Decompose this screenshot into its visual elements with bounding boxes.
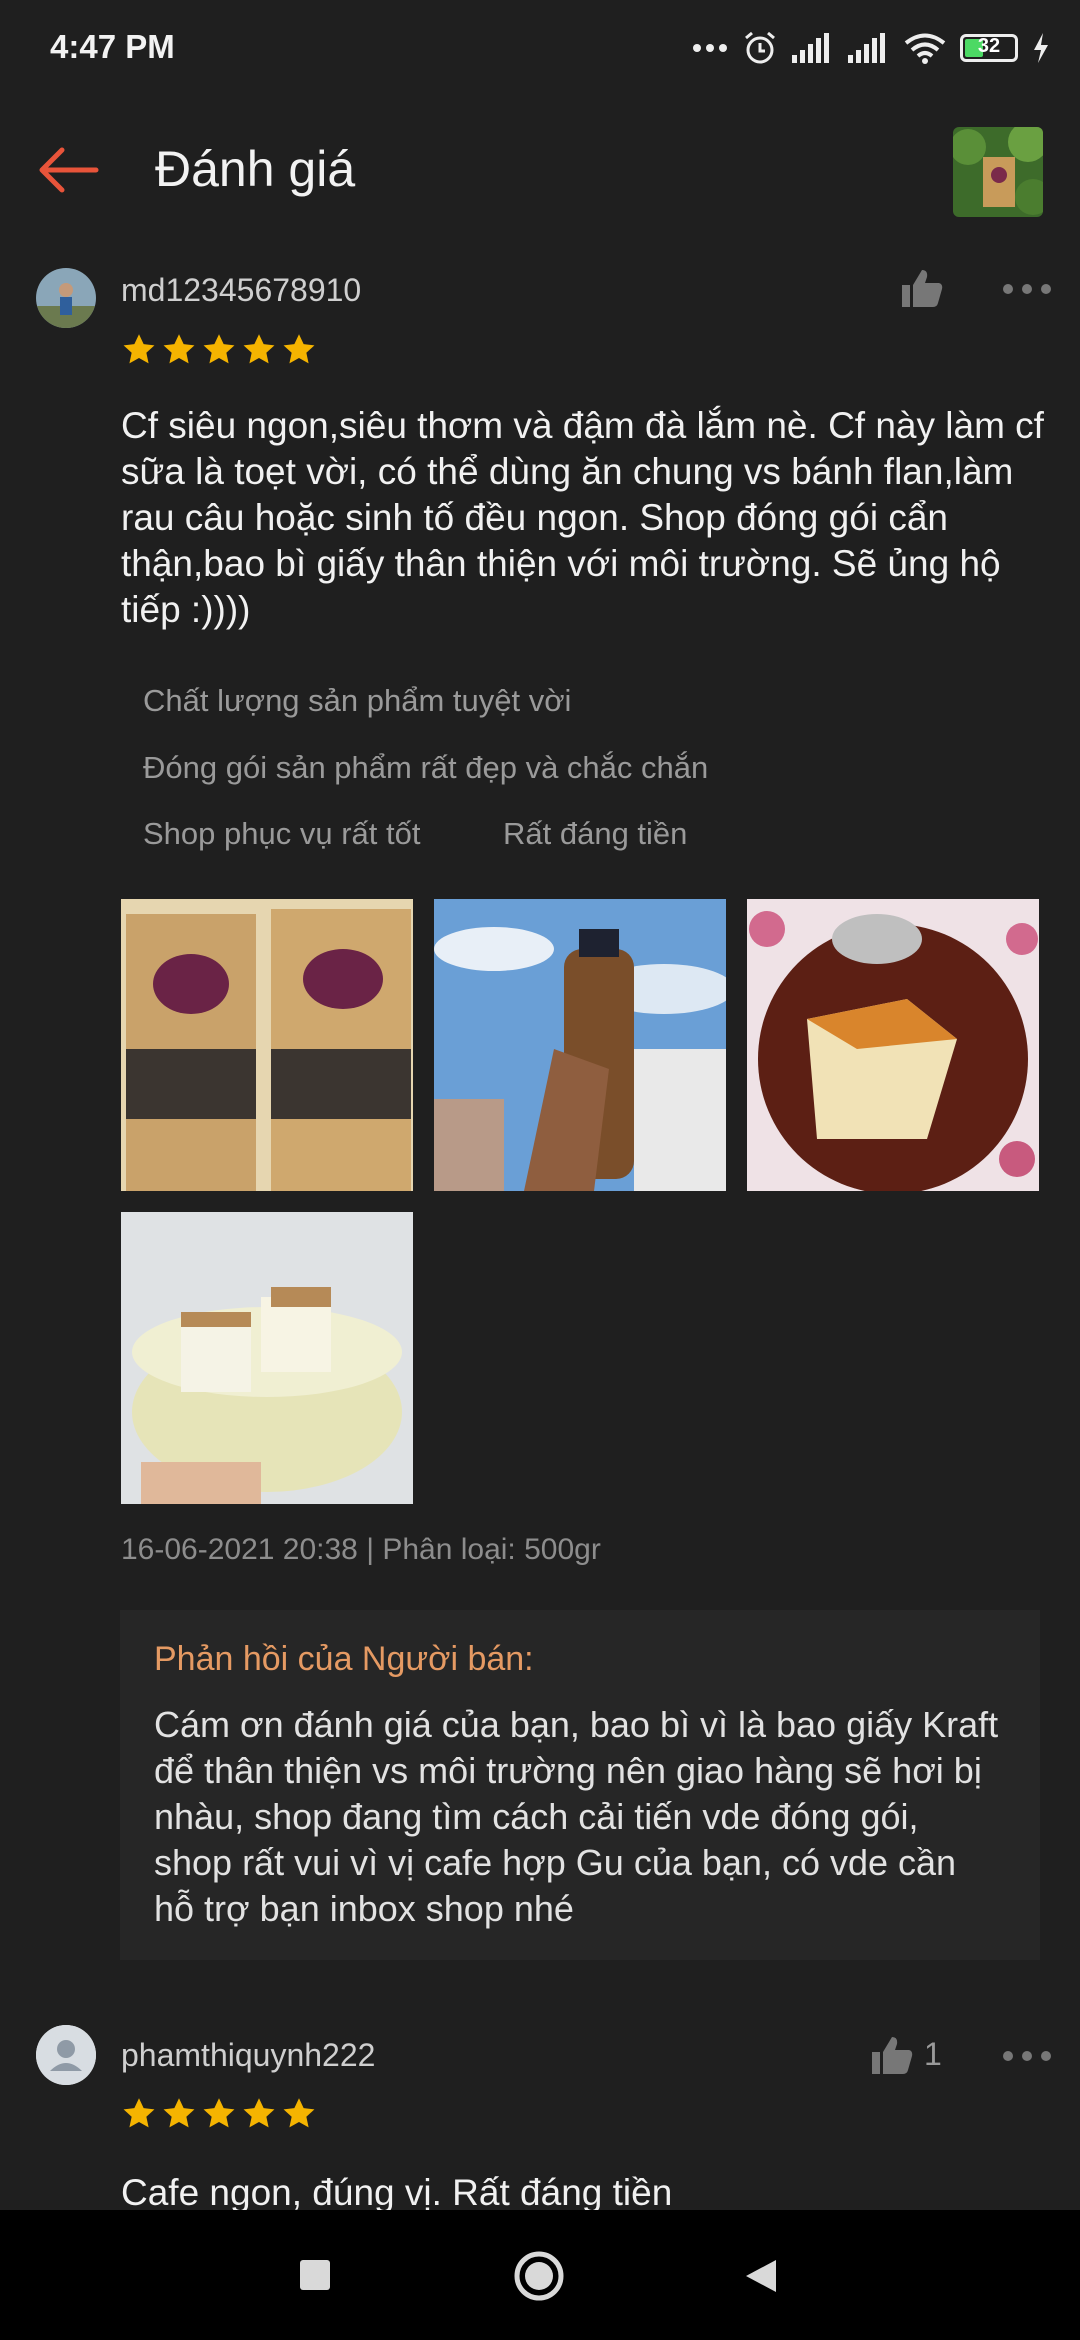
review-tag: Đóng gói sản phẩm rất đẹp và chắc chắn xyxy=(143,750,709,785)
status-icons: 32 xyxy=(692,26,1050,70)
system-nav-bar xyxy=(0,2210,1080,2340)
battery-icon: 32 xyxy=(960,34,1018,62)
star-icon xyxy=(283,2098,315,2128)
more-options-icon[interactable] xyxy=(1002,283,1052,295)
review-photo[interactable] xyxy=(747,899,1039,1191)
review-text: Cf siêu ngon,siêu thơm và đậm đà lắm nè.… xyxy=(121,405,1044,630)
review-meta: 16-06-2021 20:38 | Phân loại: 500gr xyxy=(121,1533,601,1566)
charging-icon xyxy=(1034,33,1048,63)
home-button[interactable] xyxy=(513,2250,565,2302)
star-icon xyxy=(203,334,235,364)
star-icon xyxy=(123,334,155,364)
like-icon[interactable] xyxy=(900,268,944,308)
back-nav-button[interactable] xyxy=(744,2258,778,2294)
star-icon xyxy=(243,334,275,364)
star-rating xyxy=(121,332,317,368)
review-tag: Shop phục vụ rất tốt xyxy=(143,816,421,851)
seller-reply-title: Phản hồi của Người bán: xyxy=(154,1640,534,1678)
status-time: 4:47 PM xyxy=(50,28,175,65)
status-bar: 4:47 PM 32 xyxy=(0,0,1080,96)
product-thumbnail[interactable] xyxy=(953,127,1043,217)
like-count: 1 xyxy=(924,2036,942,2072)
review-photo[interactable] xyxy=(434,899,726,1191)
seller-reply: Phản hồi của Người bán: Cám ơn đánh giá … xyxy=(120,1610,1040,1960)
review-username: md12345678910 xyxy=(121,272,362,308)
review-tag: Chất lượng sản phẩm tuyệt vời xyxy=(143,683,572,718)
battery-level: 32 xyxy=(977,35,1001,57)
review-photo[interactable] xyxy=(121,899,413,1191)
star-icon xyxy=(123,2098,155,2128)
star-icon xyxy=(163,334,195,364)
back-arrow-icon[interactable] xyxy=(34,140,104,200)
more-options-icon[interactable] xyxy=(1002,2050,1052,2062)
signal-icon xyxy=(848,33,885,63)
signal-icon xyxy=(792,33,829,63)
review-tag: Rất đáng tiền xyxy=(503,816,688,851)
alarm-icon xyxy=(745,31,775,64)
review-username: phamthiquynh222 xyxy=(121,2037,376,2073)
seller-reply-text: Cám ơn đánh giá của bạn, bao bì vì là ba… xyxy=(154,1704,999,1929)
like-icon[interactable] xyxy=(870,2035,914,2075)
star-icon xyxy=(243,2098,275,2128)
wifi-icon xyxy=(904,33,946,64)
star-icon xyxy=(283,334,315,364)
recents-button[interactable] xyxy=(300,2260,330,2290)
star-icon xyxy=(163,2098,195,2128)
page-title: Đánh giá xyxy=(155,141,356,197)
star-rating xyxy=(121,2096,317,2132)
review-photo[interactable] xyxy=(121,1212,413,1504)
avatar[interactable] xyxy=(36,268,96,328)
avatar[interactable] xyxy=(36,2025,96,2085)
star-icon xyxy=(203,2098,235,2128)
more-dots-icon xyxy=(693,44,727,52)
